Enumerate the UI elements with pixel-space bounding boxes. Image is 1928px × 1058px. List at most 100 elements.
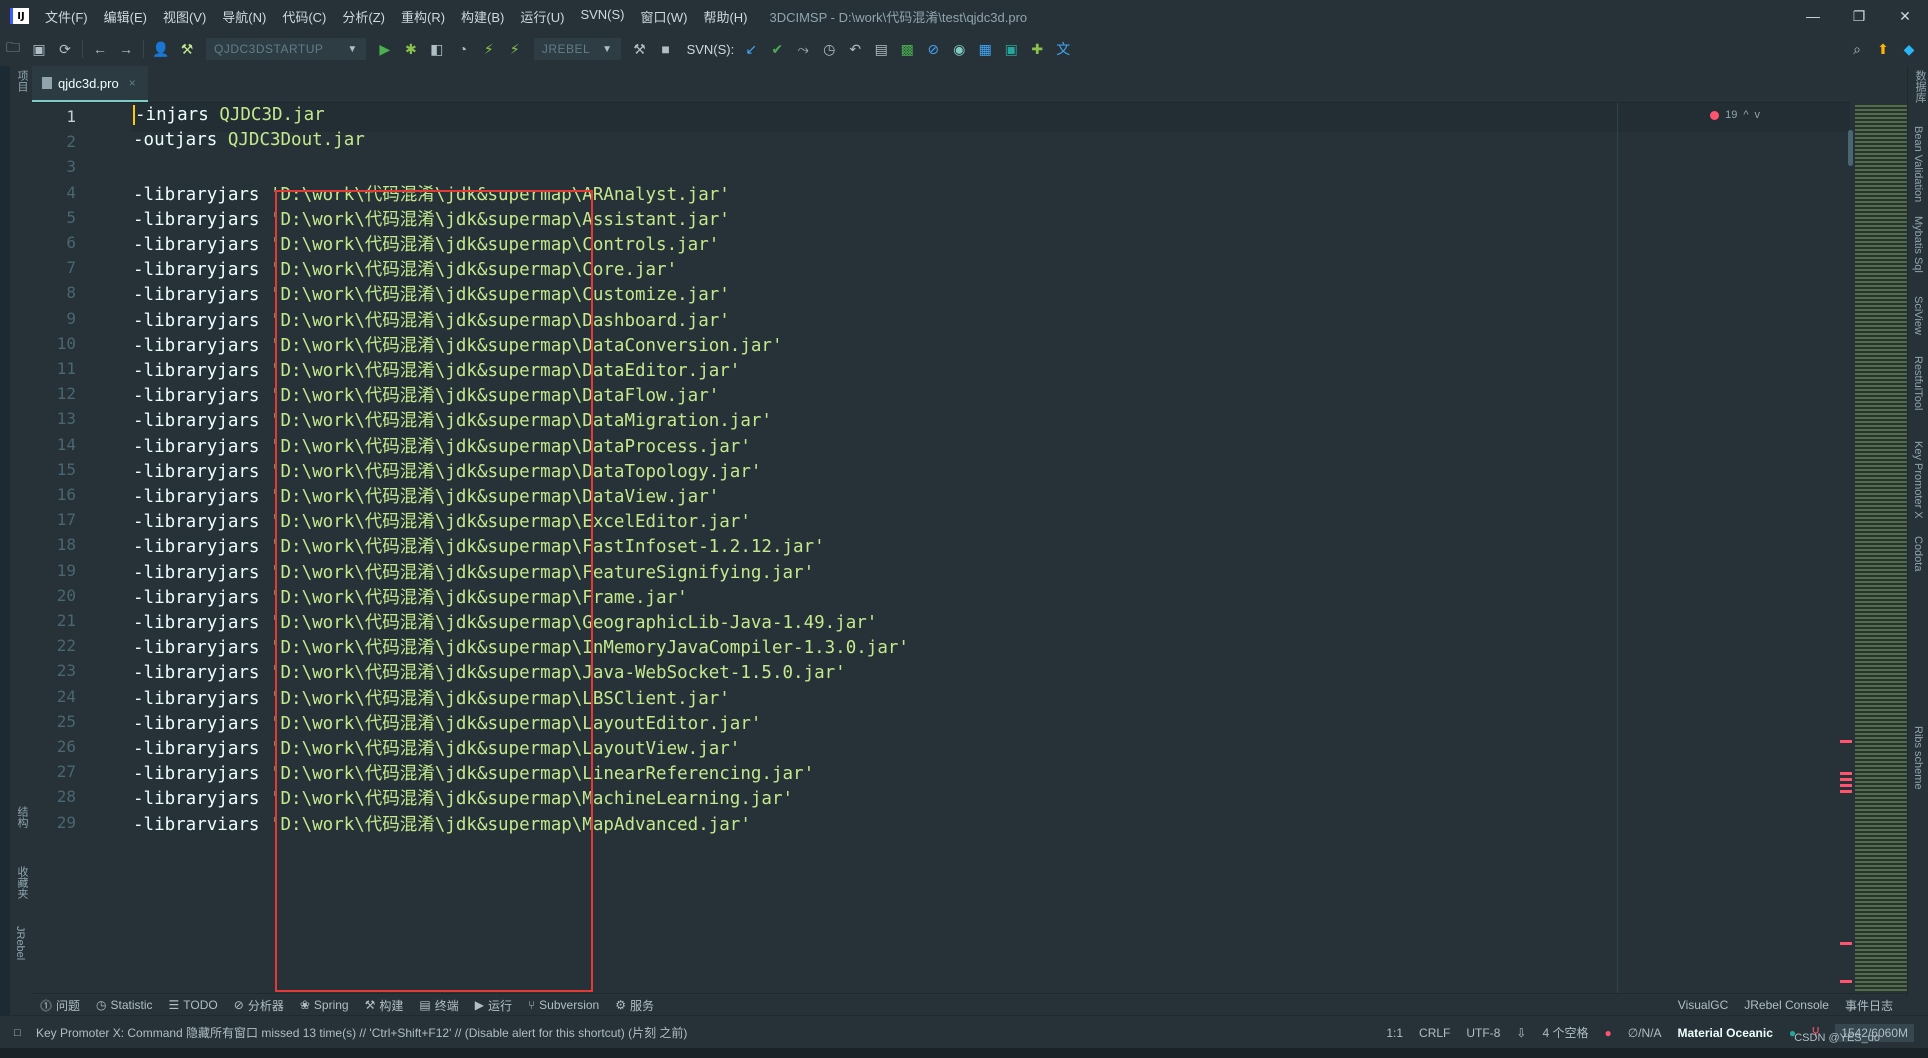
menu-item[interactable]: 窗口(W) (633, 7, 696, 26)
line-number[interactable]: 7 (32, 258, 76, 277)
menu-item[interactable]: 重构(R) (393, 7, 453, 26)
stop-icon[interactable]: ■ (653, 36, 679, 62)
status-message[interactable]: Key Promoter X: Command 隐藏所有窗口 missed 13… (36, 1024, 687, 1041)
visualvm-icon[interactable]: ▩ (894, 36, 920, 62)
menu-item[interactable]: SVN(S) (572, 7, 632, 26)
lock-icon[interactable]: ⇩ (1516, 1026, 1526, 1040)
bottom-tool-button[interactable]: ☰ TODO (169, 997, 218, 1014)
line-number[interactable]: 26 (32, 737, 76, 756)
menu-item[interactable]: 构建(B) (453, 7, 512, 26)
line-number[interactable]: 22 (32, 636, 76, 655)
restore-button[interactable]: ❐ (1836, 0, 1882, 32)
disable-icon[interactable]: ⊘ (920, 36, 946, 62)
jrebel-select[interactable]: JREBEL ▼ (533, 38, 621, 60)
line-number[interactable]: 4 (32, 183, 76, 202)
save-all-icon[interactable]: ▣ (26, 36, 52, 62)
line-number[interactable]: 20 (32, 586, 76, 605)
favorites-tool-button[interactable]: 收藏夹 (14, 866, 30, 899)
right-tool-button[interactable]: Codota (1912, 536, 1924, 571)
indent-setting[interactable]: 4 个空格 (1542, 1024, 1588, 1041)
error-stripe-mark[interactable] (1840, 784, 1852, 787)
right-tool-button[interactable]: Key Promoter X (1912, 441, 1924, 519)
caret-position[interactable]: 1:1 (1386, 1026, 1403, 1040)
right-tool-button[interactable]: Ribs scheme (1912, 726, 1924, 790)
tab-qjdc3d-pro[interactable]: qjdc3d.pro × (32, 66, 148, 102)
menu-item[interactable]: 视图(V) (155, 7, 214, 26)
plugin-icon[interactable]: ✚ (1024, 36, 1050, 62)
run-configuration-select[interactable]: QJDC3DSTARTUP ▼ (206, 38, 366, 60)
error-stripe-mark[interactable] (1840, 942, 1852, 945)
line-number[interactable]: 11 (32, 359, 76, 378)
jrebel-debug-icon[interactable]: ⚡ (502, 36, 528, 62)
svn-compare-icon[interactable]: ⤳ (790, 36, 816, 62)
coverage-icon[interactable]: ◧ (424, 36, 450, 62)
file-encoding[interactable]: UTF-8 (1466, 1026, 1500, 1040)
line-number[interactable]: 18 (32, 535, 76, 554)
translate-icon[interactable]: 文 (1050, 36, 1076, 62)
theme-switcher[interactable]: Material Oceanic (1678, 1026, 1773, 1040)
profile-icon[interactable]: ◔ (450, 36, 476, 62)
menu-item[interactable]: 分析(Z) (334, 7, 393, 26)
search-icon[interactable]: ⌕ (1844, 36, 1870, 62)
code-line[interactable]: -injars QJDC3D.jar (133, 105, 325, 125)
code-minimap[interactable] (1855, 103, 1907, 993)
line-number[interactable]: 10 (32, 334, 76, 353)
line-number[interactable]: 29 (32, 813, 76, 832)
line-number[interactable]: 28 (32, 787, 76, 806)
status-toggle-icon[interactable]: □ (14, 1027, 21, 1039)
line-number[interactable]: 13 (32, 409, 76, 428)
search-everywhere-project-icon[interactable]: ◉ (946, 36, 972, 62)
project-tool-button[interactable]: 项目 (14, 70, 30, 92)
back-icon[interactable]: ← (87, 36, 113, 62)
structure-tool-button[interactable]: 结构 (14, 806, 30, 828)
project-structure-icon[interactable]: ▤ (868, 36, 894, 62)
update-icon[interactable]: ⬆ (1870, 36, 1896, 62)
svn-commit-icon[interactable]: ✔ (764, 36, 790, 62)
code-line[interactable]: -outjars QJDC3Dout.jar (133, 130, 365, 150)
open-folder-icon[interactable]: 🗀 (0, 36, 26, 62)
revert-icon[interactable]: ↶ (842, 36, 868, 62)
line-number[interactable]: 15 (32, 460, 76, 479)
right-tool-button[interactable]: RestfulTool (1912, 356, 1924, 410)
line-number[interactable]: 16 (32, 485, 76, 504)
menu-item[interactable]: 导航(N) (214, 7, 274, 26)
bottom-tool-button[interactable]: ◷ Statistic (96, 997, 153, 1014)
bottom-tool-button[interactable]: ⚙ 服务 (615, 997, 654, 1014)
hammer-icon[interactable]: ⚒ (627, 36, 653, 62)
line-number[interactable]: 6 (32, 233, 76, 252)
menu-item[interactable]: 编辑(E) (96, 7, 155, 26)
line-separator[interactable]: CRLF (1419, 1026, 1450, 1040)
line-number[interactable]: 12 (32, 384, 76, 403)
error-stripe-mark[interactable] (1840, 772, 1852, 775)
previous-highlight-icon[interactable]: ^ (1743, 109, 1748, 121)
menu-item[interactable]: 帮助(H) (695, 7, 755, 26)
jrebel-tool-button[interactable]: JRebel (14, 926, 26, 960)
line-number[interactable]: 21 (32, 611, 76, 630)
right-tool-button[interactable]: SciView (1912, 296, 1924, 335)
bottom-tool-button[interactable]: ⚒ 构建 (365, 997, 404, 1014)
line-number[interactable]: 5 (32, 208, 76, 227)
error-stripe-mark[interactable] (1840, 790, 1852, 793)
vcs-branch[interactable]: ∅/N/A (1628, 1026, 1662, 1040)
line-number[interactable]: 2 (32, 132, 76, 151)
menu-item[interactable]: 文件(F) (37, 7, 96, 26)
intellij-logo-icon[interactable]: IJ (10, 8, 29, 24)
sciview-icon[interactable]: ▣ (998, 36, 1024, 62)
close-tab-icon[interactable]: × (129, 76, 136, 90)
run-icon[interactable]: ▶ (372, 36, 398, 62)
line-number[interactable]: 9 (32, 309, 76, 328)
line-number[interactable]: 23 (32, 661, 76, 680)
line-number[interactable]: 1 (32, 107, 76, 126)
line-number[interactable]: 25 (32, 712, 76, 731)
bottom-tool-button[interactable]: ▶ 运行 (475, 997, 512, 1014)
jrebel-run-icon[interactable]: ⚡ (476, 36, 502, 62)
right-tool-button[interactable]: Bean Validation (1912, 126, 1924, 202)
menu-item[interactable]: 运行(U) (512, 7, 572, 26)
right-tool-button[interactable]: 数据库 (1912, 70, 1928, 103)
problems-icon[interactable]: ● (1604, 1026, 1611, 1040)
bottom-tool-button[interactable]: ❀ Spring (300, 997, 349, 1014)
bottom-tool-button[interactable]: ⊘ 分析器 (234, 997, 284, 1014)
line-number[interactable]: 14 (32, 435, 76, 454)
bottom-tool-button[interactable]: 事件日志 (1845, 997, 1893, 1014)
right-tool-button[interactable]: Mybatis Sql (1912, 216, 1924, 273)
